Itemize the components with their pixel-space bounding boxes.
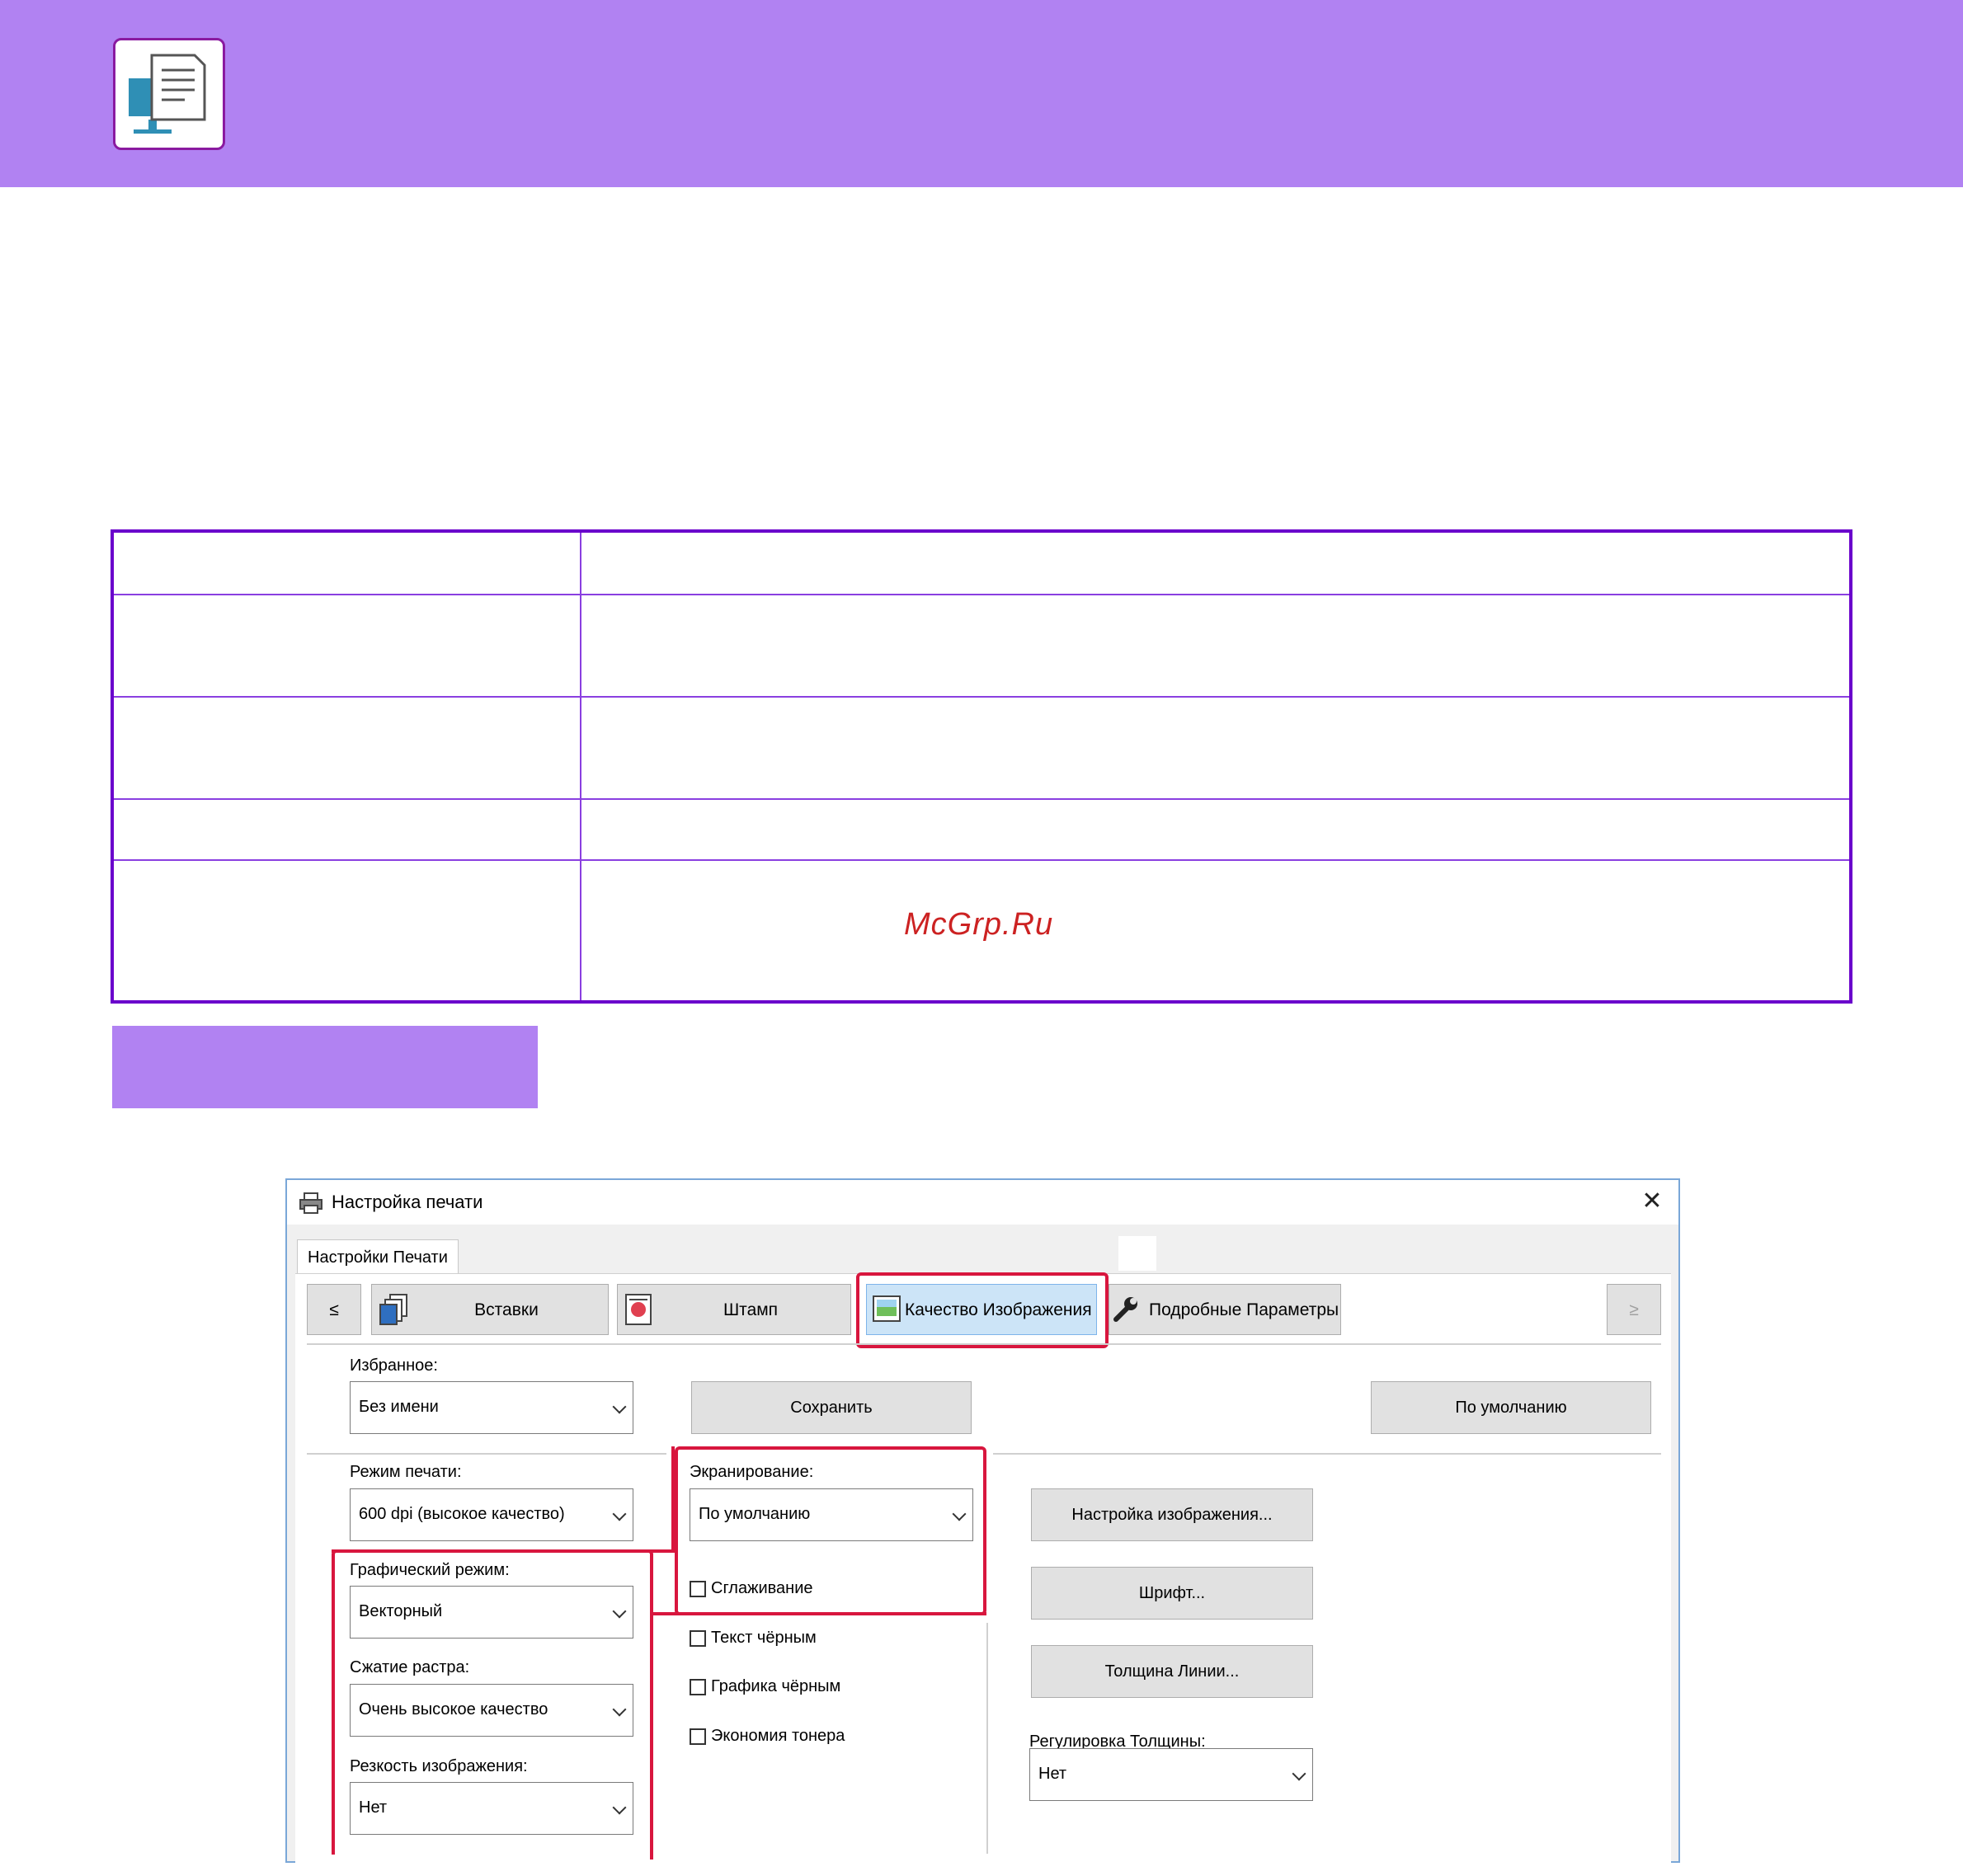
toner-save-label: Экономия тонера xyxy=(711,1727,845,1745)
favorites-select[interactable]: Без имени xyxy=(350,1381,633,1434)
default-button[interactable]: По умолчанию xyxy=(1371,1381,1651,1434)
screening-highlight-frame xyxy=(675,1446,986,1615)
highlight-connector xyxy=(650,1612,986,1615)
tab-stamp[interactable]: Штамп xyxy=(617,1284,851,1335)
table-row-divider xyxy=(114,594,1849,595)
highlight-connector xyxy=(650,1612,653,1860)
chevron-down-icon xyxy=(612,1399,627,1414)
section-heading-bar xyxy=(112,1026,538,1108)
tab-advanced-parameters[interactable]: Подробные Параметры xyxy=(1109,1284,1341,1335)
watermark-text: McGrp.Ru xyxy=(904,907,1054,942)
chevron-down-icon xyxy=(1292,1766,1306,1781)
table-column-divider xyxy=(580,533,581,1000)
text-black-label: Текст чёрным xyxy=(711,1629,817,1647)
highlight-connector xyxy=(671,1446,675,1553)
font-button[interactable]: Шрифт... xyxy=(1031,1567,1313,1620)
print-mode-label: Режим печати: xyxy=(350,1463,462,1481)
highlight-connector xyxy=(332,1549,675,1553)
graphics-highlight-frame xyxy=(332,1549,653,1855)
column-separator xyxy=(986,1623,988,1854)
tab-separator xyxy=(307,1343,1661,1345)
tab-scroll-left-button[interactable]: ≤ xyxy=(307,1284,361,1335)
table-row-divider xyxy=(114,798,1849,800)
printer-icon xyxy=(299,1192,323,1219)
table-row-divider xyxy=(114,859,1849,861)
graphics-black-checkbox[interactable]: Графика чёрным xyxy=(690,1677,840,1696)
thickness-select[interactable]: Нет xyxy=(1029,1748,1313,1801)
chevron-down-icon xyxy=(612,1507,627,1521)
tab-highlight-frame xyxy=(856,1272,1109,1348)
close-icon[interactable]: ✕ xyxy=(1636,1185,1669,1218)
section-separator xyxy=(307,1453,666,1455)
header-bar xyxy=(0,0,1963,187)
tab-scroll-right-button[interactable]: ≥ xyxy=(1607,1284,1661,1335)
text-black-checkbox[interactable]: Текст чёрным xyxy=(690,1629,817,1648)
computer-print-icon xyxy=(113,38,225,150)
tab-print-settings[interactable]: Настройки Печати xyxy=(297,1239,459,1274)
print-mode-select[interactable]: 600 dpi (высокое качество) xyxy=(350,1488,633,1541)
print-settings-dialog: Настройка печати ✕ Настройки Печати ≤ Вс… xyxy=(285,1178,1680,1876)
tab-placeholder xyxy=(1118,1236,1156,1271)
section-separator xyxy=(993,1453,1661,1455)
tab-inserts[interactable]: Вставки xyxy=(371,1284,609,1335)
toner-save-checkbox[interactable]: Экономия тонера xyxy=(690,1727,845,1746)
image-settings-button[interactable]: Настройка изображения... xyxy=(1031,1488,1313,1541)
dialog-title: Настройка печати xyxy=(332,1192,483,1212)
dialog-titlebar: Настройка печати ✕ xyxy=(287,1180,1678,1225)
favorites-label: Избранное: xyxy=(350,1356,438,1375)
graphics-black-label: Графика чёрным xyxy=(711,1677,841,1695)
line-width-button[interactable]: Толщина Линии... xyxy=(1031,1645,1313,1698)
save-button[interactable]: Сохранить xyxy=(691,1381,972,1434)
table-row-divider xyxy=(114,696,1849,698)
